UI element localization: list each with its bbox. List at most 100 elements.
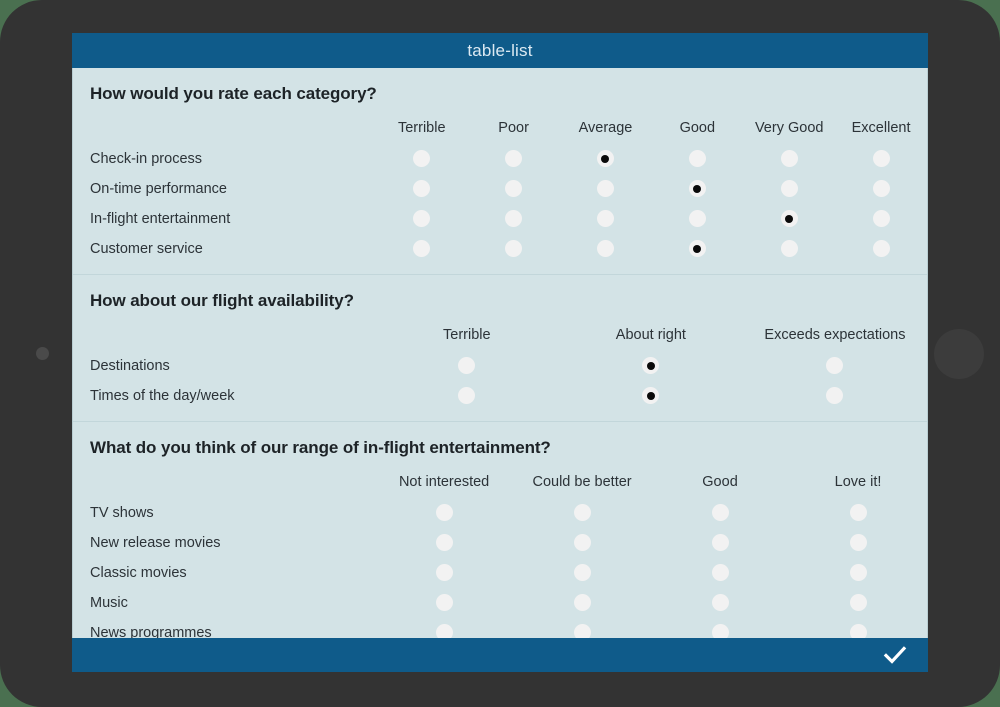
radio-cell[interactable] — [375, 498, 513, 528]
radio-cell[interactable] — [468, 204, 560, 234]
radio-cell[interactable] — [651, 618, 789, 638]
radio-cell[interactable] — [559, 381, 743, 411]
radio-cell[interactable] — [375, 528, 513, 558]
radio-cell[interactable] — [468, 234, 560, 264]
radio-cell[interactable] — [789, 618, 927, 638]
radio-button[interactable] — [849, 504, 867, 522]
radio-button[interactable] — [780, 240, 798, 258]
radio-cell[interactable] — [743, 351, 927, 381]
radio-cell[interactable] — [743, 381, 927, 411]
radio-button[interactable] — [505, 210, 523, 228]
radio-cell[interactable] — [375, 618, 513, 638]
radio-button[interactable] — [711, 564, 729, 582]
radio-cell[interactable] — [375, 381, 559, 411]
radio-button[interactable] — [596, 240, 614, 258]
radio-cell[interactable] — [835, 144, 927, 174]
radio-button[interactable] — [849, 534, 867, 552]
radio-button[interactable] — [688, 210, 706, 228]
radio-button[interactable] — [711, 534, 729, 552]
radio-cell[interactable] — [375, 351, 559, 381]
radio-button[interactable] — [435, 594, 453, 612]
radio-button[interactable] — [435, 504, 453, 522]
radio-cell[interactable] — [743, 144, 835, 174]
radio-cell[interactable] — [651, 498, 789, 528]
radio-cell[interactable] — [743, 234, 835, 264]
radio-cell[interactable] — [835, 234, 927, 264]
radio-cell[interactable] — [560, 174, 652, 204]
radio-button-selected[interactable] — [642, 357, 660, 375]
radio-button-selected[interactable] — [642, 387, 660, 405]
radio-button-selected[interactable] — [780, 210, 798, 228]
radio-button[interactable] — [413, 150, 431, 168]
radio-cell[interactable] — [376, 174, 468, 204]
radio-button[interactable] — [573, 594, 591, 612]
radio-button[interactable] — [780, 180, 798, 198]
radio-button[interactable] — [435, 564, 453, 582]
radio-cell[interactable] — [513, 618, 651, 638]
radio-cell[interactable] — [559, 351, 743, 381]
radio-cell[interactable] — [376, 234, 468, 264]
radio-button[interactable] — [413, 180, 431, 198]
radio-cell[interactable] — [513, 588, 651, 618]
radio-cell[interactable] — [651, 588, 789, 618]
radio-button[interactable] — [505, 240, 523, 258]
confirm-button[interactable] — [882, 642, 908, 668]
radio-cell[interactable] — [513, 498, 651, 528]
radio-cell[interactable] — [789, 588, 927, 618]
home-button[interactable] — [934, 329, 984, 379]
radio-button[interactable] — [826, 387, 844, 405]
radio-cell[interactable] — [835, 174, 927, 204]
radio-button[interactable] — [573, 504, 591, 522]
radio-cell[interactable] — [651, 174, 743, 204]
radio-button[interactable] — [458, 387, 476, 405]
radio-cell[interactable] — [375, 558, 513, 588]
radio-cell[interactable] — [375, 588, 513, 618]
radio-cell[interactable] — [789, 558, 927, 588]
radio-button[interactable] — [458, 357, 476, 375]
radio-button[interactable] — [849, 594, 867, 612]
radio-button[interactable] — [872, 240, 890, 258]
radio-button[interactable] — [435, 534, 453, 552]
radio-button[interactable] — [413, 210, 431, 228]
radio-button[interactable] — [435, 624, 453, 638]
radio-cell[interactable] — [560, 234, 652, 264]
radio-button[interactable] — [849, 624, 867, 638]
radio-button[interactable] — [872, 180, 890, 198]
radio-button[interactable] — [596, 210, 614, 228]
radio-button[interactable] — [573, 534, 591, 552]
radio-cell[interactable] — [376, 144, 468, 174]
radio-button[interactable] — [688, 150, 706, 168]
radio-cell[interactable] — [651, 234, 743, 264]
radio-button-selected[interactable] — [688, 180, 706, 198]
radio-button[interactable] — [849, 564, 867, 582]
radio-cell[interactable] — [468, 144, 560, 174]
radio-button[interactable] — [780, 150, 798, 168]
radio-cell[interactable] — [789, 528, 927, 558]
radio-button[interactable] — [711, 504, 729, 522]
radio-cell[interactable] — [835, 204, 927, 234]
radio-button[interactable] — [505, 180, 523, 198]
radio-button[interactable] — [596, 180, 614, 198]
radio-button-selected[interactable] — [688, 240, 706, 258]
radio-cell[interactable] — [651, 144, 743, 174]
radio-button[interactable] — [711, 594, 729, 612]
radio-button-selected[interactable] — [596, 150, 614, 168]
radio-cell[interactable] — [743, 174, 835, 204]
radio-cell[interactable] — [513, 528, 651, 558]
radio-cell[interactable] — [651, 204, 743, 234]
radio-cell[interactable] — [560, 204, 652, 234]
radio-button[interactable] — [573, 564, 591, 582]
radio-button[interactable] — [711, 624, 729, 638]
radio-button[interactable] — [413, 240, 431, 258]
radio-cell[interactable] — [513, 558, 651, 588]
radio-button[interactable] — [573, 624, 591, 638]
radio-button[interactable] — [872, 150, 890, 168]
radio-cell[interactable] — [651, 558, 789, 588]
radio-cell[interactable] — [468, 174, 560, 204]
radio-cell[interactable] — [789, 498, 927, 528]
radio-button[interactable] — [872, 210, 890, 228]
radio-cell[interactable] — [560, 144, 652, 174]
radio-cell[interactable] — [743, 204, 835, 234]
radio-button[interactable] — [505, 150, 523, 168]
radio-cell[interactable] — [376, 204, 468, 234]
